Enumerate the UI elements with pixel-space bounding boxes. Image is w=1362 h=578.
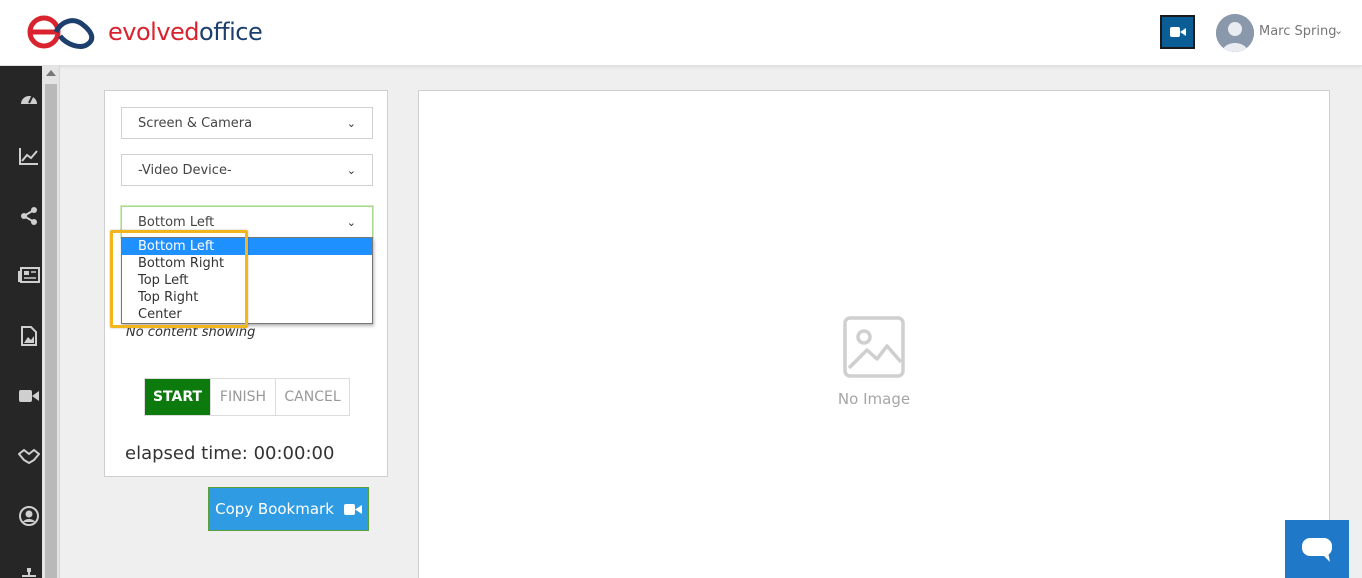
chat-widget-button[interactable]	[1285, 520, 1349, 578]
position-option[interactable]: Bottom Right	[122, 255, 372, 272]
scrollbar-thumb[interactable]	[45, 84, 57, 578]
video-camera-icon	[1169, 27, 1186, 37]
user-silhouette-icon	[1216, 14, 1254, 52]
user-avatar[interactable]	[1216, 14, 1254, 52]
position-option[interactable]: Center	[122, 306, 372, 323]
chevron-down-icon: ⌄	[346, 163, 356, 177]
chevron-down-icon[interactable]: ⌄	[1334, 24, 1343, 37]
start-button[interactable]: START	[145, 379, 210, 415]
handshake-icon[interactable]	[18, 445, 40, 467]
source-select-value: Screen & Camera	[138, 115, 253, 131]
image-placeholder-icon	[843, 316, 905, 378]
share-icon[interactable]	[18, 205, 40, 227]
recorder-panel: Screen & Camera ⌄ -Video Device- ⌄ Botto…	[104, 90, 388, 477]
no-content-message: No content showing	[126, 325, 256, 340]
position-select[interactable]: Bottom Left ⌄	[121, 206, 373, 238]
video-device-select[interactable]: -Video Device- ⌄	[121, 154, 373, 186]
user-circle-icon[interactable]	[18, 505, 40, 527]
video-device-select-value: -Video Device-	[138, 162, 232, 178]
video-camera-icon	[343, 503, 362, 515]
chart-line-icon[interactable]	[18, 145, 40, 167]
position-dropdown-list[interactable]: Bottom Left Bottom Right Top Left Top Ri…	[121, 237, 373, 324]
header-camera-button[interactable]	[1160, 15, 1195, 49]
position-select-value: Bottom Left	[138, 214, 215, 230]
scroll-up-arrow-icon[interactable]	[46, 70, 56, 76]
no-image-label: No Image	[837, 390, 911, 408]
position-option[interactable]: Top Right	[122, 289, 372, 306]
preview-area: No Image	[418, 90, 1330, 578]
copy-bookmark-label: Copy Bookmark	[215, 500, 334, 518]
finish-button[interactable]: FINISH	[210, 379, 275, 415]
sidebar-scrollbar[interactable]	[42, 66, 60, 578]
logo-mark-icon	[27, 15, 95, 49]
copy-bookmark-button[interactable]: Copy Bookmark	[208, 487, 369, 531]
chevron-down-icon: ⌄	[346, 116, 356, 130]
recording-controls: START FINISH CANCEL	[144, 378, 350, 416]
user-name[interactable]: Marc Spring	[1259, 24, 1336, 39]
top-header: evolvedoffice Marc Spring ⌄	[0, 0, 1362, 66]
position-option[interactable]: Bottom Left	[122, 238, 372, 255]
video-camera-icon[interactable]	[18, 385, 40, 407]
elapsed-time: elapsed time: 00:00:00	[125, 443, 335, 464]
chevron-down-icon: ⌄	[346, 215, 356, 229]
newspaper-icon[interactable]	[18, 264, 40, 286]
dashboard-icon[interactable]	[18, 86, 40, 108]
sitemap-icon[interactable]	[18, 564, 40, 578]
image-file-icon[interactable]	[18, 325, 40, 347]
source-select[interactable]: Screen & Camera ⌄	[121, 107, 373, 139]
brand-logo[interactable]: evolvedoffice	[26, 14, 263, 50]
chat-bubble-icon	[1302, 538, 1332, 562]
brand-name-part1: evolved	[108, 18, 200, 46]
position-option[interactable]: Top Left	[122, 272, 372, 289]
brand-name: evolvedoffice	[108, 18, 263, 46]
cancel-button[interactable]: CANCEL	[275, 379, 349, 415]
left-sidebar	[0, 66, 42, 578]
brand-name-part2: office	[199, 18, 263, 46]
